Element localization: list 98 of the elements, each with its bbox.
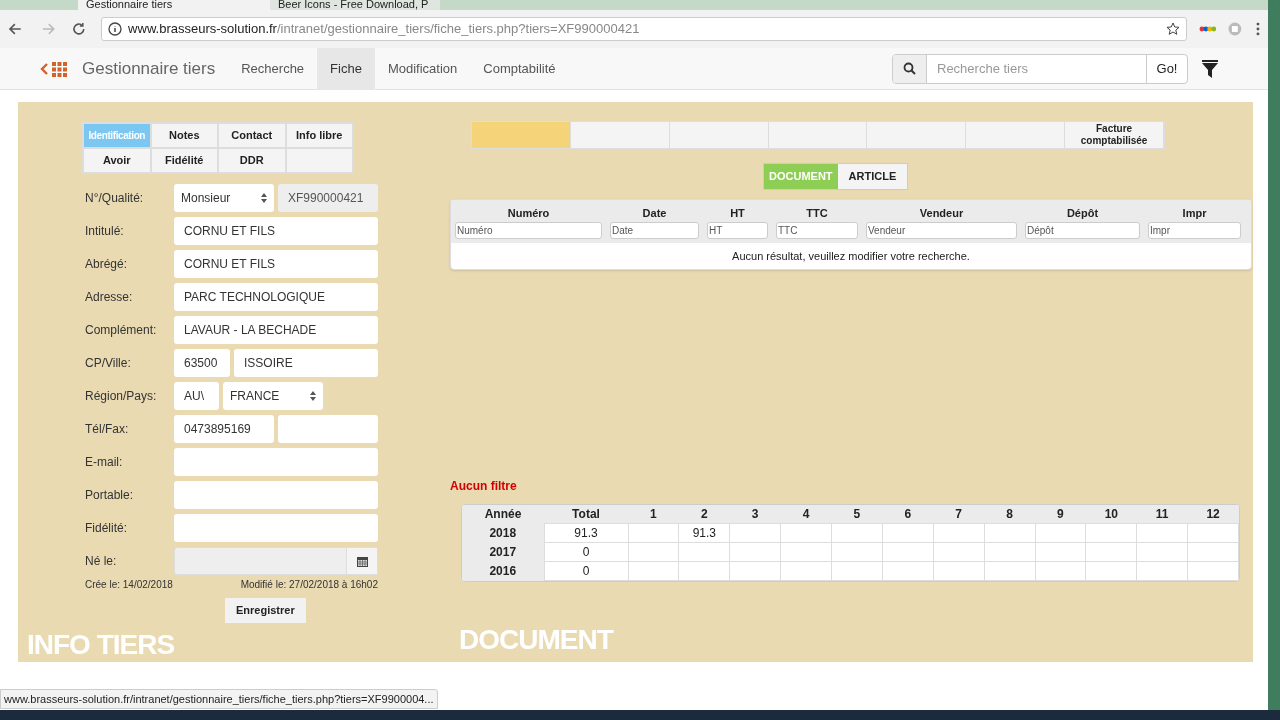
- text-field[interactable]: CORNU ET FILS: [174, 250, 378, 278]
- text-field[interactable]: [174, 448, 378, 476]
- table-cell: 0: [544, 542, 628, 562]
- column-header: 1: [628, 504, 679, 524]
- section-tab[interactable]: Notes: [150, 123, 218, 148]
- text-field[interactable]: CORNU ET FILS: [174, 217, 378, 245]
- column-header: 4: [780, 504, 832, 524]
- section-title: INFO TIERS: [27, 631, 176, 659]
- filter-field[interactable]: Date: [610, 221, 699, 239]
- view-toggle[interactable]: ARTICLE: [837, 164, 908, 189]
- section-tab[interactable]: Avoir: [83, 148, 151, 173]
- column-header: 7: [933, 504, 985, 524]
- column-header: TTC: [805, 206, 829, 221]
- date-field[interactable]: [174, 547, 378, 575]
- column-header: 11: [1136, 504, 1188, 524]
- filter-label: Aucun filtre: [450, 477, 518, 495]
- nav-tab[interactable]: Comptabilité: [470, 47, 569, 90]
- nav-tab[interactable]: Fiche: [317, 47, 375, 90]
- table-cell: 91.3: [678, 523, 730, 543]
- column-header: Année: [462, 504, 544, 524]
- field-label: N°/Qualité:: [84, 190, 145, 207]
- filter-field[interactable]: Dépôt: [1025, 221, 1140, 239]
- nav-tab[interactable]: Modification: [374, 47, 471, 90]
- column-header: 10: [1085, 504, 1137, 524]
- back-icon[interactable]: [8, 21, 24, 37]
- filter-field[interactable]: Vendeur: [866, 221, 1017, 239]
- filter-icon[interactable]: [1202, 59, 1218, 78]
- url-text: www.brasseurs-solution.fr/intranet/gestionnaire_tiers/fiche_tiers.php?tiers=XF990000421: [128, 20, 641, 39]
- star-icon[interactable]: [1165, 22, 1180, 36]
- empty-message: Aucun résultat, veuillez modifier votre recherche.: [731, 248, 971, 264]
- column-header: Date: [641, 206, 668, 221]
- menu-icon[interactable]: [1256, 22, 1260, 36]
- field-label: Intitulé:: [84, 223, 125, 240]
- text-field[interactable]: AU\: [174, 382, 219, 410]
- field-label: Abrégé:: [84, 256, 129, 273]
- column-header: Numéro: [506, 206, 551, 221]
- text-field[interactable]: PARC TECHNOLOGIQUE: [174, 283, 378, 311]
- filter-field[interactable]: Numéro: [455, 221, 602, 239]
- browser-tab[interactable]: Gestionnaire tiers: [78, 0, 270, 10]
- column-header: 12: [1187, 504, 1239, 524]
- field-label: E-mail:: [84, 454, 124, 471]
- save-button[interactable]: Enregistrer: [225, 598, 306, 623]
- search-icon[interactable]: [893, 54, 927, 83]
- text-field[interactable]: ISSOIRE: [234, 349, 378, 377]
- text-field[interactable]: 63500: [174, 349, 230, 377]
- column-header: 2: [678, 504, 730, 524]
- app-title: Gestionnaire tiers: [82, 57, 216, 80]
- select-field[interactable]: Monsieur: [174, 184, 274, 212]
- column-header: 8: [984, 504, 1035, 524]
- select-arrows-icon: [310, 390, 316, 402]
- filter-field[interactable]: Impr: [1148, 221, 1241, 239]
- field-label: Fidélité:: [84, 520, 129, 537]
- column-header: 6: [882, 504, 934, 524]
- text-field[interactable]: 0473895169: [174, 415, 274, 443]
- info-icon: [108, 22, 123, 36]
- created-date: Crée le: 14/02/2018: [85, 578, 173, 592]
- column-header: Vendeur: [918, 206, 965, 221]
- column-header: 5: [831, 504, 883, 524]
- nav-tab[interactable]: Recherche: [228, 47, 318, 90]
- text-field[interactable]: [174, 514, 378, 542]
- field-label: Adresse:: [84, 289, 134, 306]
- field-label: Tél/Fax:: [84, 421, 130, 438]
- text-field[interactable]: [174, 481, 378, 509]
- text-field[interactable]: LAVAUR - LA BECHADE: [174, 316, 378, 344]
- column-header: HT: [729, 206, 746, 221]
- field-label: Région/Pays:: [84, 388, 158, 405]
- field-label: CP/Ville:: [84, 355, 132, 372]
- section-tab[interactable]: DDR: [218, 148, 286, 173]
- go-button[interactable]: Go!: [1146, 54, 1187, 83]
- column-header: Total: [544, 504, 628, 524]
- section-tab[interactable]: Info libre: [285, 123, 353, 148]
- browser-tab[interactable]: Beer Icons - Free Download, P: [270, 0, 440, 10]
- status-step: Facture comptabilisée: [1065, 122, 1164, 148]
- calendar-icon[interactable]: [346, 548, 377, 574]
- text-field[interactable]: XF990000421: [278, 184, 378, 212]
- search-field[interactable]: Recherche tiers Go!: [892, 53, 1188, 84]
- section-tab[interactable]: Fidélité: [150, 148, 218, 173]
- status-url: www.brasseurs-solution.fr/intranet/gestionnaire_tiers/fiche_tiers.php?tiers=XF9900004...: [0, 688, 438, 709]
- table-cell: 91.3: [544, 523, 628, 543]
- column-header: 3: [729, 504, 781, 524]
- section-title: DOCUMENT: [459, 626, 615, 654]
- field-label: Complément:: [84, 322, 158, 339]
- section-tab[interactable]: Contact: [218, 123, 286, 148]
- column-header: Dépôt: [1065, 206, 1100, 221]
- table-cell: 0: [544, 561, 628, 581]
- select-arrows-icon: [261, 192, 267, 204]
- modified-date: Modifié le: 27/02/2018 à 16h02: [240, 578, 378, 592]
- select-field[interactable]: FRANCE: [223, 382, 323, 410]
- filter-field[interactable]: HT: [707, 221, 768, 239]
- field-label: Né le:: [84, 553, 118, 570]
- text-field[interactable]: [278, 415, 378, 443]
- address-bar[interactable]: www.brasseurs-solution.fr/intranet/gestionnaire_tiers/fiche_tiers.php?tiers=XF990000421: [101, 17, 1187, 41]
- column-header: Impr: [1181, 206, 1208, 221]
- extension-icon[interactable]: [1198, 24, 1217, 34]
- field-label: Portable:: [84, 487, 135, 504]
- column-header: 9: [1035, 504, 1086, 524]
- apps-grid-icon[interactable]: [40, 60, 68, 77]
- filter-field[interactable]: TTC: [776, 221, 858, 239]
